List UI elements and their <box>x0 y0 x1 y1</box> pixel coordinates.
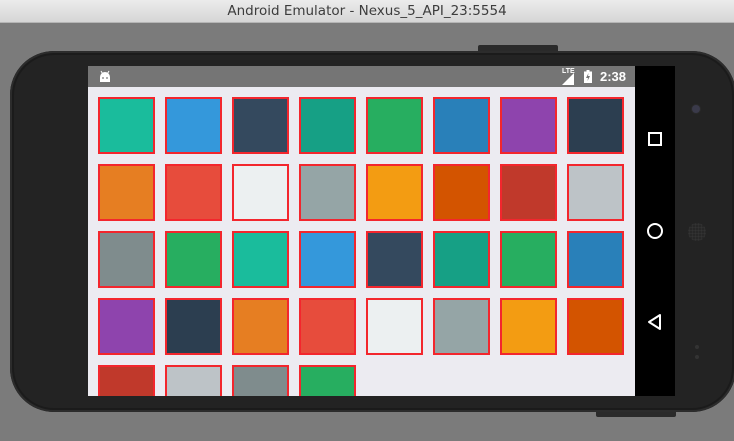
window-title: Android Emulator - Nexus_5_API_23:5554 <box>227 3 507 19</box>
color-tile[interactable] <box>98 164 155 221</box>
color-tile[interactable] <box>165 298 222 355</box>
status-bar: LTE 2:38 <box>88 66 635 87</box>
color-tile[interactable] <box>232 97 289 154</box>
color-tile[interactable] <box>567 97 624 154</box>
device-screen: LTE 2:38 <box>88 66 635 396</box>
back-triangle-icon[interactable] <box>645 312 665 332</box>
color-tile[interactable] <box>433 97 490 154</box>
color-tile[interactable] <box>433 231 490 288</box>
status-time: 2:38 <box>600 69 627 84</box>
overview-square-icon[interactable] <box>645 129 665 149</box>
color-tile[interactable] <box>232 298 289 355</box>
color-tile[interactable] <box>567 298 624 355</box>
color-tile[interactable] <box>500 97 557 154</box>
color-tile[interactable] <box>165 97 222 154</box>
battery-charging-icon <box>584 70 592 83</box>
android-debug-icon <box>100 70 110 82</box>
color-tile[interactable] <box>366 298 423 355</box>
navigation-bar <box>635 66 675 396</box>
window-titlebar: Android Emulator - Nexus_5_API_23:5554 <box>0 0 734 23</box>
color-tile[interactable] <box>299 231 356 288</box>
color-tile[interactable] <box>232 365 289 396</box>
color-tile[interactable] <box>500 164 557 221</box>
color-tile[interactable] <box>366 231 423 288</box>
color-tile[interactable] <box>299 164 356 221</box>
color-tile[interactable] <box>299 97 356 154</box>
light-sensor-icon <box>695 355 699 359</box>
signal-strength-icon <box>562 73 574 85</box>
home-circle-icon[interactable] <box>645 221 665 241</box>
color-tile[interactable] <box>500 231 557 288</box>
color-tile[interactable] <box>366 97 423 154</box>
color-tile[interactable] <box>299 365 356 396</box>
color-tile[interactable] <box>433 164 490 221</box>
color-tile-grid <box>88 87 635 396</box>
front-camera-icon <box>692 105 700 113</box>
color-tile[interactable] <box>500 298 557 355</box>
color-tile[interactable] <box>98 231 155 288</box>
color-tile[interactable] <box>165 164 222 221</box>
color-tile[interactable] <box>299 298 356 355</box>
color-tile[interactable] <box>98 365 155 396</box>
color-tile[interactable] <box>232 231 289 288</box>
proximity-sensor-icon <box>695 345 699 349</box>
color-tile[interactable] <box>165 365 222 396</box>
color-tile[interactable] <box>165 231 222 288</box>
color-tile[interactable] <box>567 231 624 288</box>
color-tile[interactable] <box>433 298 490 355</box>
color-tile[interactable] <box>98 298 155 355</box>
color-tile[interactable] <box>567 164 624 221</box>
color-tile[interactable] <box>366 164 423 221</box>
speaker-grille-icon <box>688 223 706 241</box>
color-tile[interactable] <box>232 164 289 221</box>
color-tile[interactable] <box>98 97 155 154</box>
